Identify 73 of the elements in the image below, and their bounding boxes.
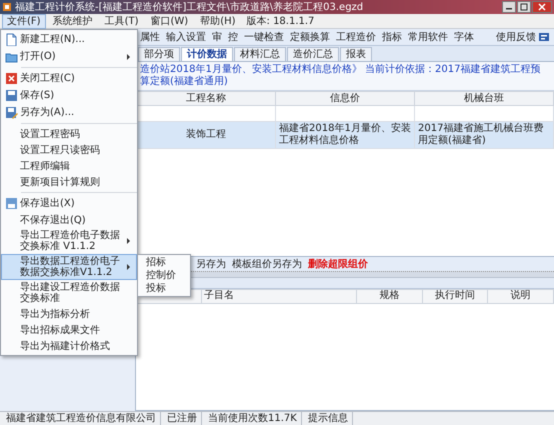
toolbar-button[interactable]: 常用软件 bbox=[408, 30, 448, 44]
document-icon bbox=[4, 33, 18, 46]
window-title: 福建工程计价系统-[福建工程造价软件]工程文件\市政道路\养老院工程03.egzd bbox=[15, 0, 364, 14]
close-icon bbox=[538, 3, 546, 11]
submenu-item[interactable]: 招标 bbox=[138, 256, 190, 269]
menu-item[interactable]: 打开(O) bbox=[1, 48, 137, 65]
table-cell: 2017福建省施工机械台班费用定额(福建省) bbox=[414, 122, 554, 148]
minimize-button[interactable] bbox=[502, 1, 516, 13]
save-as-button[interactable]: 另存为 bbox=[196, 256, 226, 270]
toolbar-button[interactable]: 工程造价 bbox=[336, 30, 376, 44]
table-cell: 福建省2018年1月量价、安装工程材料信息价格 bbox=[276, 122, 414, 148]
menu-item[interactable]: 更新项目计算规则 bbox=[1, 174, 137, 190]
menu-item[interactable]: 导出建设工程造价数据交换标准 bbox=[1, 280, 137, 306]
save-as-icon bbox=[4, 106, 18, 119]
toolbar-button[interactable]: 审 bbox=[212, 30, 222, 44]
submenu-item[interactable]: 控制价 bbox=[138, 269, 190, 282]
menu-item[interactable]: 导出为指标分析 bbox=[1, 306, 137, 322]
column-header: 机械台班 bbox=[414, 92, 554, 106]
toolbar-button[interactable]: 控 bbox=[228, 30, 238, 44]
menu-item[interactable]: 导出数据工程造价电子数据交换标准V1.1.2 bbox=[1, 254, 137, 280]
menu-item[interactable]: 关闭工程(C) bbox=[1, 70, 137, 87]
tab[interactable]: 材料汇总 bbox=[234, 47, 286, 61]
maximize-button[interactable] bbox=[517, 1, 531, 13]
close-icon bbox=[4, 72, 18, 85]
menu-item[interactable]: 系统维护 bbox=[48, 14, 98, 28]
toolbar-button[interactable]: 属性 bbox=[140, 30, 160, 44]
close-button[interactable] bbox=[532, 1, 552, 13]
save-icon bbox=[4, 89, 18, 102]
feedback-icon bbox=[538, 31, 550, 43]
toolbar-button[interactable]: 指标 bbox=[382, 30, 402, 44]
menu-item[interactable]: 帮助(H) bbox=[195, 14, 241, 28]
column-header: 执行时间 bbox=[422, 289, 488, 303]
delete-button[interactable]: 删除超限组价 bbox=[308, 256, 368, 270]
maximize-icon bbox=[520, 3, 528, 11]
feedback-button[interactable]: 使用反馈 bbox=[496, 30, 550, 44]
app-icon bbox=[2, 2, 12, 12]
menu-item[interactable]: 导出招标成果文件 bbox=[1, 322, 137, 338]
tab[interactable]: 计价数据 bbox=[181, 47, 233, 61]
menu-item[interactable]: 另存为(A)... bbox=[1, 104, 137, 121]
status-text: 当前使用次数11.7K bbox=[204, 412, 302, 425]
toolbar-button[interactable]: 定额换算 bbox=[290, 30, 330, 44]
menu-item[interactable]: 工具(T) bbox=[100, 14, 144, 28]
tab[interactable]: 报表 bbox=[340, 47, 372, 61]
version-label: 版本: 18.1.1.7 bbox=[246, 14, 314, 28]
column-header: 说明 bbox=[488, 289, 554, 303]
status-text: 福建省建筑工程造价信息有限公司 bbox=[2, 412, 161, 425]
menu-item[interactable]: 不保存退出(Q) bbox=[1, 212, 137, 228]
toolbar-button[interactable]: 输入设置 bbox=[166, 30, 206, 44]
column-header: 工程名称 bbox=[136, 92, 276, 106]
save-as-button[interactable]: 模板组价另存为 bbox=[232, 256, 302, 270]
menu-item[interactable]: 导出工程造价电子数据交换标准 V1.1.2 bbox=[1, 228, 137, 254]
toolbar-button[interactable]: 一键检查 bbox=[244, 30, 284, 44]
table-cell: 装饰工程 bbox=[136, 122, 276, 148]
tab[interactable]: 造价汇总 bbox=[287, 47, 339, 61]
menu-item[interactable]: 保存(S) bbox=[1, 87, 137, 104]
column-header: 子目名 bbox=[202, 289, 356, 303]
status-text: 已注册 bbox=[163, 412, 202, 425]
menu-item[interactable]: 文件(F) bbox=[2, 14, 46, 28]
menu-item[interactable]: 窗口(W) bbox=[145, 14, 194, 28]
submenu-item[interactable]: 投标 bbox=[138, 282, 190, 295]
menu-item[interactable]: 设置工程只读密码 bbox=[1, 142, 137, 158]
menu-item[interactable]: 工程师编辑 bbox=[1, 158, 137, 174]
menu-item[interactable]: 保存退出(X) bbox=[1, 195, 137, 212]
pricing-basis-text: 造价站2018年1月量价、安装工程材料信息价格》 当前计价依据：2017福建省建筑工程预算定额(福建省通用) bbox=[136, 62, 554, 91]
toolbar-button[interactable]: 字体 bbox=[454, 30, 474, 44]
status-text: 提示信息 bbox=[304, 412, 353, 425]
menu-item[interactable]: 导出为福建计价格式 bbox=[1, 338, 137, 354]
menu-item[interactable]: 设置工程密码 bbox=[1, 126, 137, 142]
column-header: 信息价 bbox=[276, 92, 414, 106]
column-header: 规格 bbox=[356, 289, 422, 303]
save-icon bbox=[4, 197, 18, 210]
tab[interactable]: 部分项 bbox=[138, 47, 180, 61]
menu-item[interactable]: 新建工程(N)... bbox=[1, 31, 137, 48]
